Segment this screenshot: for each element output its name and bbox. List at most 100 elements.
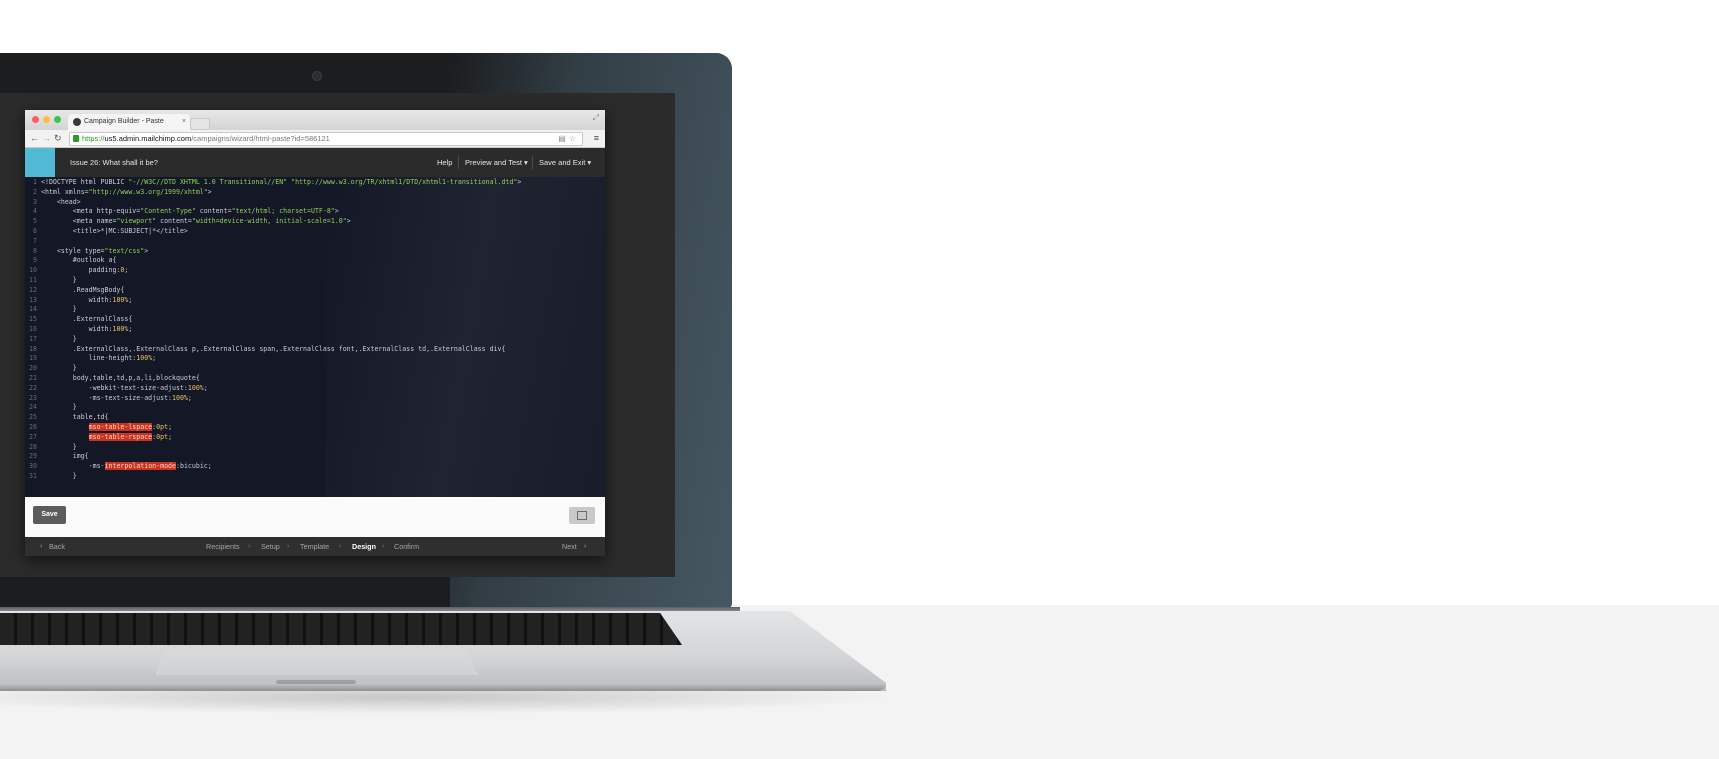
zoom-window-button[interactable] [54, 116, 61, 123]
browser-window: Campaign Builder - Paste × ⤢ ← → ↻ https… [25, 110, 605, 556]
code-text: .ReadMsgBody{ [41, 285, 125, 294]
campaign-header: Issue 26: What shall it be? Help Preview… [25, 148, 605, 177]
tab-title: Campaign Builder - Paste [84, 118, 164, 125]
save-button[interactable]: Save [33, 506, 66, 524]
lid-notch [276, 680, 356, 684]
line-number: 9 [33, 256, 37, 265]
code-text: } [41, 472, 77, 480]
code-text: mso-table-lspace:0pt; [88, 423, 173, 431]
code-text: } [41, 364, 77, 373]
fullscreen-icon [577, 511, 587, 520]
line-number: 18 [29, 344, 37, 353]
code-text: img{ [41, 452, 89, 461]
line-number: 21 [29, 374, 37, 382]
code-text: -ms-text-size-adjust:100%; [41, 393, 192, 402]
code-text: <html xmlns="http://www.w3.org/1999/xhtm… [41, 187, 212, 196]
browser-toolbar: ← → ↻ https://us5.admin.mailchimp.com/ca… [25, 130, 605, 148]
step-template[interactable]: Template [300, 537, 329, 556]
line-number: 15 [29, 315, 37, 324]
code-text: table,td{ [41, 413, 109, 422]
code-text: <title>*|MC:SUBJECT|*</title> [41, 227, 188, 235]
step-setup[interactable]: Setup [261, 537, 280, 556]
line-number: 19 [29, 354, 37, 363]
trackpad [154, 649, 478, 675]
code-text: width:100%; [41, 295, 133, 304]
preview-and-test-menu[interactable]: Preview and Test ▾ [465, 148, 528, 177]
webcam [312, 71, 322, 81]
laptop-base-edge [0, 683, 886, 691]
code-text: } [41, 276, 77, 284]
close-window-button[interactable] [32, 116, 39, 123]
menu-icon[interactable]: ≡ [594, 131, 599, 146]
minimize-window-button[interactable] [43, 116, 50, 123]
lock-icon [73, 135, 79, 142]
code-text: <meta name="viewport" content="width=dev… [41, 217, 351, 226]
code-text: padding:0; [41, 266, 129, 275]
code-text: body,table,td,p,a,li,blockquote{ [41, 374, 200, 382]
mailchimp-logo[interactable] [25, 148, 55, 177]
step-recipients[interactable]: Recipients [206, 537, 240, 556]
line-number: 1 [33, 178, 37, 186]
line-number: 10 [29, 266, 37, 275]
line-number: 20 [29, 364, 37, 373]
line-number: 30 [29, 462, 37, 471]
line-number: 6 [33, 227, 37, 235]
fullscreen-editor-button[interactable] [569, 507, 595, 524]
campaign-title: Issue 26: What shall it be? [70, 158, 158, 167]
new-tab-button[interactable] [190, 118, 210, 130]
code-text: #outlook a{ [41, 256, 117, 265]
code-text: line-height:100%; [41, 354, 157, 363]
line-number: 12 [29, 285, 37, 294]
line-number: 13 [29, 295, 37, 304]
forward-icon[interactable]: → [42, 131, 51, 146]
save-and-exit-menu[interactable]: Save and Exit ▾ [539, 148, 591, 177]
line-number: 5 [33, 217, 37, 226]
browser-titlebar: Campaign Builder - Paste × ⤢ [25, 110, 605, 130]
line-number: 29 [29, 452, 37, 461]
help-link[interactable]: Help [437, 148, 452, 177]
code-text: .ExternalClass,.ExternalClass p,.Externa… [41, 344, 506, 353]
chevron-right-icon: › [287, 543, 290, 550]
chevron-right-icon: › [382, 543, 385, 550]
save-bar: Save [25, 497, 605, 537]
line-number: 24 [29, 403, 37, 412]
line-number: 7 [33, 236, 37, 245]
code-text: } [41, 403, 77, 412]
url-text: https://us5.admin.mailchimp.com/campaign… [82, 134, 330, 143]
fullscreen-expand-icon[interactable]: ⤢ [593, 113, 599, 123]
browser-tab[interactable]: Campaign Builder - Paste × [68, 114, 190, 130]
star-icon[interactable]: ☆ [569, 134, 579, 143]
line-number: 17 [29, 334, 37, 343]
line-number: 25 [29, 413, 37, 422]
step-confirm[interactable]: Confirm [394, 537, 419, 556]
line-number: 4 [33, 207, 37, 216]
chevron-left-icon: ‹ [40, 543, 43, 550]
code-text: .ExternalClass{ [41, 315, 133, 324]
chevron-right-icon: › [339, 543, 342, 550]
line-number: 16 [29, 325, 37, 333]
code-text: <head> [41, 197, 81, 206]
back-icon[interactable]: ← [30, 131, 39, 146]
step-design[interactable]: Design [352, 537, 376, 556]
code-text: } [41, 442, 77, 451]
code-text: } [41, 334, 77, 343]
reload-icon[interactable]: ↻ [54, 131, 62, 146]
line-number: 27 [29, 432, 37, 441]
code-text: -ms-interpolation-mode:bicubic; [41, 462, 212, 471]
html-code-editor[interactable]: 1 <!DOCTYPE html PUBLIC "-//W3C//DTD XHTM… [25, 177, 605, 497]
code-text: } [41, 305, 77, 314]
line-number: 14 [29, 305, 37, 314]
line-number: 8 [33, 246, 37, 255]
line-number: 26 [29, 423, 37, 431]
line-number: 2 [33, 187, 37, 196]
line-number: 28 [29, 442, 37, 451]
laptop-shadow [0, 690, 900, 714]
address-bar[interactable]: https://us5.admin.mailchimp.com/campaign… [69, 132, 583, 146]
wizard-footer: ‹ Back Recipients › Setup › Template › D… [25, 537, 605, 556]
next-button[interactable]: Next [562, 537, 577, 556]
back-button[interactable]: Back [49, 537, 65, 556]
page-icon[interactable]: ▤ [558, 134, 569, 143]
code-text: width:100%; [41, 325, 133, 333]
tab-close-icon[interactable]: × [182, 114, 186, 130]
keyboard [0, 613, 682, 645]
